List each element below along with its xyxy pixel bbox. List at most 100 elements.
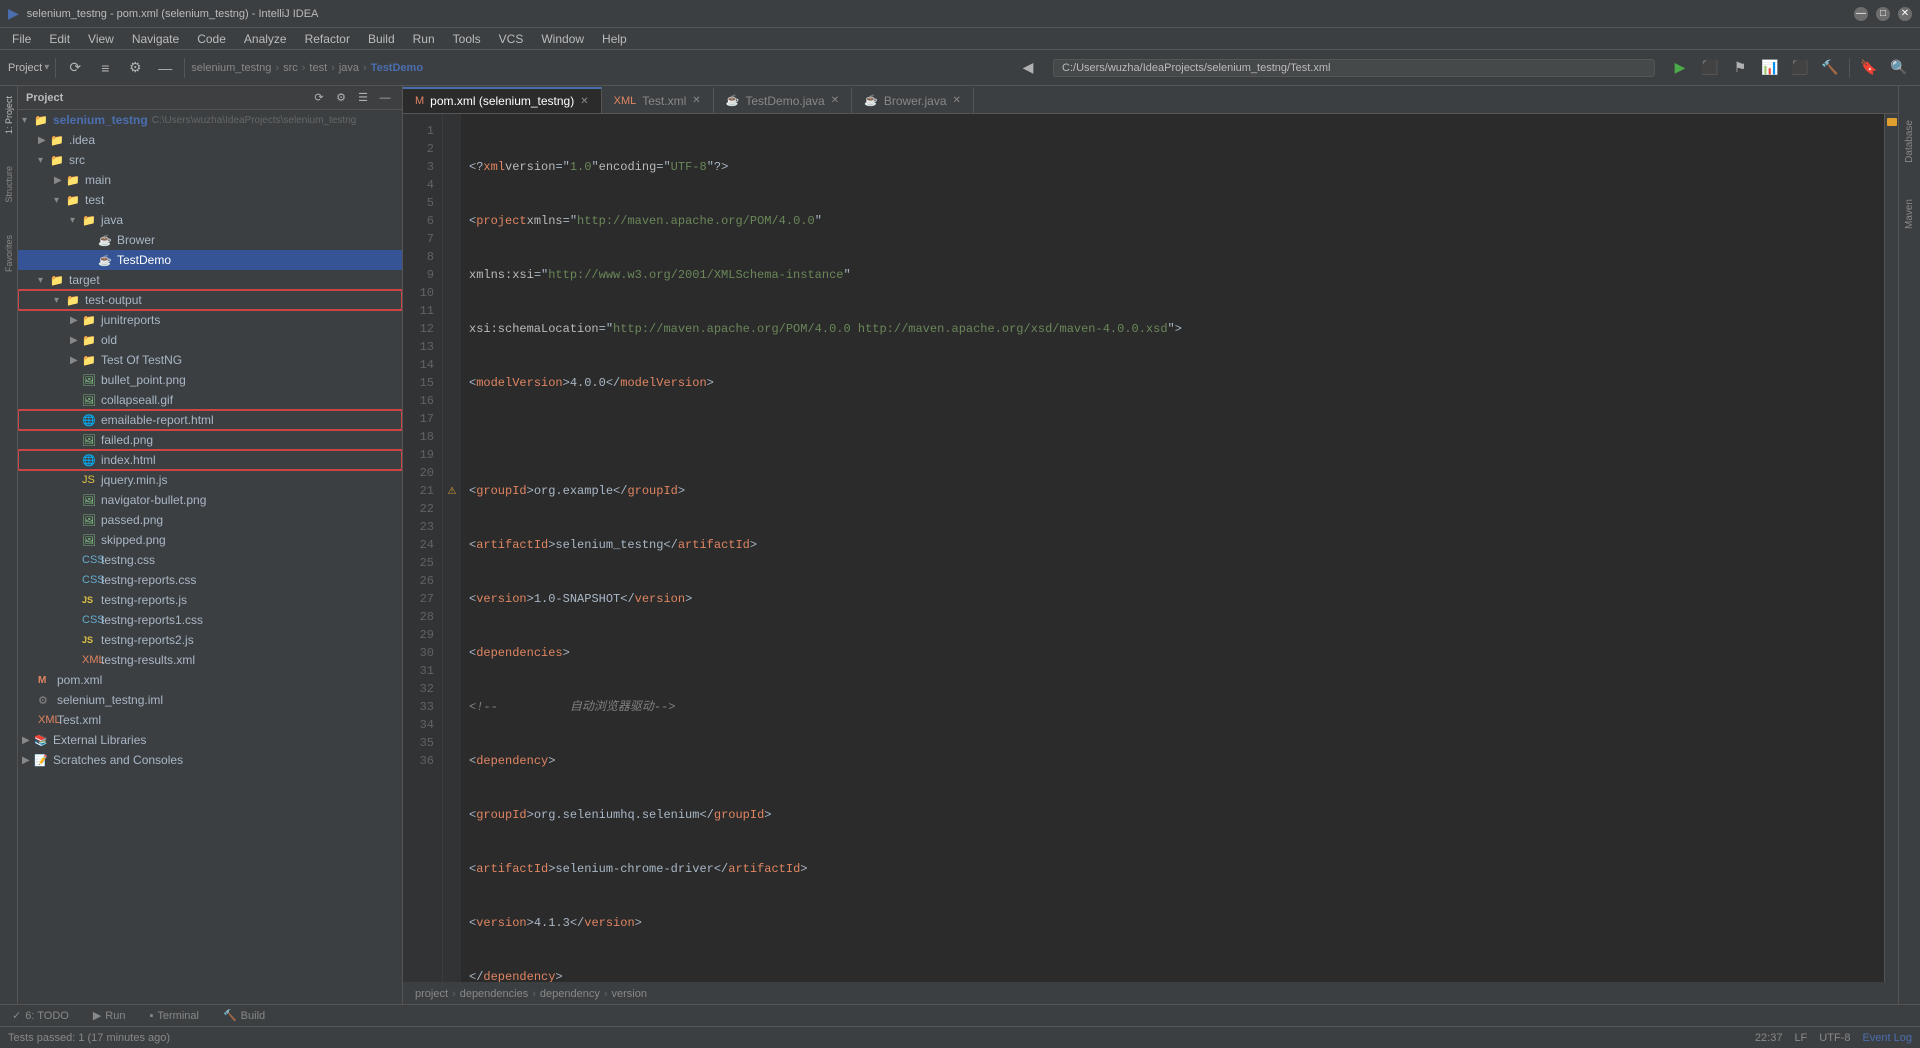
bottom-tab-todo[interactable]: ✓ 6: TODO	[8, 1007, 73, 1024]
tab-testdemo-close[interactable]: ✕	[831, 95, 839, 106]
right-tab-database[interactable]: Database	[1902, 116, 1917, 167]
tree-index-html[interactable]: 🌐 index.html	[18, 450, 402, 470]
breadcrumb-testdemo: TestDemo	[371, 62, 423, 74]
menu-navigate[interactable]: Navigate	[124, 30, 187, 48]
tree-src[interactable]: ▾ 📁 src	[18, 150, 402, 170]
tree-testng-reports-css[interactable]: CSS testng-reports.css	[18, 570, 402, 590]
run-button[interactable]: ▶	[1667, 55, 1693, 81]
tree-test-xml[interactable]: XML Test.xml	[18, 710, 402, 730]
stop-button[interactable]: ⬛	[1787, 55, 1813, 81]
tree-testng-reports1-css[interactable]: CSS testng-reports1.css	[18, 610, 402, 630]
bottom-tab-terminal[interactable]: ▪ Terminal	[145, 1008, 202, 1024]
tree-jquery[interactable]: JS jquery.min.js	[18, 470, 402, 490]
collapse-all-button[interactable]: ≡	[92, 55, 118, 81]
tree-passed-png[interactable]: 🖼 passed.png	[18, 510, 402, 530]
menu-run[interactable]: Run	[405, 30, 443, 48]
right-tab-maven[interactable]: Maven	[1902, 195, 1917, 233]
breadcrumb-project[interactable]: project	[415, 988, 448, 1000]
project-close-btn[interactable]: —	[376, 89, 394, 107]
tree-testng-reports-js[interactable]: JS testng-reports.js	[18, 590, 402, 610]
tree-old[interactable]: ▶ 📁 old	[18, 330, 402, 350]
bottom-tab-run[interactable]: ▶ Run	[89, 1007, 130, 1024]
project-panel-header: Project ⟳ ⚙ ☰ —	[18, 86, 402, 110]
breadcrumb-version[interactable]: version	[612, 988, 647, 1000]
tree-scratches[interactable]: ▶ 📝 Scratches and Consoles	[18, 750, 402, 770]
breadcrumb-dependency[interactable]: dependency	[540, 988, 600, 1000]
tab-testdemo-java[interactable]: ☕ TestDemo.java ✕	[714, 87, 852, 113]
tree-main[interactable]: ▶ 📁 main	[18, 170, 402, 190]
tree-root[interactable]: ▾ 📁 selenium_testng C:\Users\wuzha\IdeaP…	[18, 110, 402, 130]
breadcrumb-dependencies[interactable]: dependencies	[460, 988, 529, 1000]
project-dropdown-arrow[interactable]: ▾	[44, 62, 49, 73]
tree-test-of-testng[interactable]: ▶ 📁 Test Of TestNG	[18, 350, 402, 370]
tree-testng-css[interactable]: CSS testng.css	[18, 550, 402, 570]
maximize-button[interactable]: □	[1876, 7, 1890, 21]
tree-java[interactable]: ▾ 📁 java	[18, 210, 402, 230]
tree-bullet-point[interactable]: 🖼 bullet_point.png	[18, 370, 402, 390]
menu-view[interactable]: View	[80, 30, 122, 48]
close-panel-button[interactable]: —	[152, 55, 178, 81]
tab-pom-xml-close[interactable]: ✕	[580, 96, 588, 107]
coverage-button[interactable]: ⚑	[1727, 55, 1753, 81]
sync-files-button[interactable]: ⟳	[62, 55, 88, 81]
code-line-6	[469, 428, 1876, 446]
bookmark-button[interactable]: 🔖	[1856, 55, 1882, 81]
todo-label: 6: TODO	[25, 1010, 69, 1022]
menu-refactor[interactable]: Refactor	[297, 30, 358, 48]
menu-build[interactable]: Build	[360, 30, 403, 48]
menu-vcs[interactable]: VCS	[491, 30, 532, 48]
warning-icon-line21[interactable]: ⚠	[443, 482, 461, 500]
status-tests-passed: Tests passed: 1 (17 minutes ago)	[8, 1032, 170, 1044]
tree-selenium-iml[interactable]: ⚙ selenium_testng.iml	[18, 690, 402, 710]
tab-brower-close[interactable]: ✕	[953, 95, 961, 106]
menu-file[interactable]: File	[4, 30, 39, 48]
tree-external-libraries[interactable]: ▶ 📚 External Libraries	[18, 730, 402, 750]
close-button[interactable]: ✕	[1898, 7, 1912, 21]
project-gear-btn[interactable]: ☰	[354, 89, 372, 107]
tree-testdemo[interactable]: ☕ TestDemo	[18, 250, 402, 270]
tree-idea[interactable]: ▶ 📁 .idea	[18, 130, 402, 150]
tree-test-output[interactable]: ▾ 📁 test-output	[18, 290, 402, 310]
build-proj-button[interactable]: 🔨	[1817, 55, 1843, 81]
tree-emailable-report[interactable]: 🌐 emailable-report.html	[18, 410, 402, 430]
left-tab-project[interactable]: 1: Project	[2, 90, 16, 140]
tab-brower-java[interactable]: ☕ Brower.java ✕	[852, 87, 974, 113]
code-line-16: </dependency>	[469, 968, 1876, 982]
project-sync-btn[interactable]: ⟳	[310, 89, 328, 107]
left-tab-structure[interactable]: Structure	[2, 160, 16, 209]
menu-analyze[interactable]: Analyze	[236, 30, 295, 48]
tree-test[interactable]: ▾ 📁 test	[18, 190, 402, 210]
tab-pom-xml[interactable]: M pom.xml (selenium_testng) ✕	[403, 87, 602, 113]
profiler-button[interactable]: 📊	[1757, 55, 1783, 81]
minimize-button[interactable]: —	[1854, 7, 1868, 21]
tree-pom-xml[interactable]: M pom.xml	[18, 670, 402, 690]
menu-tools[interactable]: Tools	[445, 30, 489, 48]
toolbar-sep-2	[184, 58, 185, 78]
tree-target[interactable]: ▾ 📁 target	[18, 270, 402, 290]
menu-help[interactable]: Help	[594, 30, 635, 48]
project-settings-btn[interactable]: ⚙	[332, 89, 350, 107]
settings-button[interactable]: ⚙	[122, 55, 148, 81]
bottom-tab-build[interactable]: 🔨 Build	[219, 1007, 269, 1024]
tree-brower[interactable]: ☕ Brower	[18, 230, 402, 250]
tree-collapseall[interactable]: 🖼 collapseall.gif	[18, 390, 402, 410]
tab-test-xml[interactable]: XML Test.xml ✕	[602, 87, 714, 113]
project-tree: ▾ 📁 selenium_testng C:\Users\wuzha\IdeaP…	[18, 110, 402, 1004]
tree-testng-results-xml[interactable]: XML testng-results.xml	[18, 650, 402, 670]
left-tab-favorites[interactable]: Favorites	[2, 229, 16, 278]
tree-junitreports[interactable]: ▶ 📁 junitreports	[18, 310, 402, 330]
tree-testng-reports2-js[interactable]: JS testng-reports2.js	[18, 630, 402, 650]
tree-failed-png[interactable]: 🖼 failed.png	[18, 430, 402, 450]
back-button[interactable]: ◀	[1015, 55, 1041, 81]
menu-window[interactable]: Window	[533, 30, 592, 48]
title-bar-right[interactable]: — □ ✕	[1854, 7, 1912, 21]
debug-button[interactable]: ⬛	[1697, 55, 1723, 81]
tree-skipped-png[interactable]: 🖼 skipped.png	[18, 530, 402, 550]
menu-edit[interactable]: Edit	[41, 30, 78, 48]
status-event-log[interactable]: Event Log	[1862, 1032, 1912, 1044]
tree-navigator-bullet[interactable]: 🖼 navigator-bullet.png	[18, 490, 402, 510]
tab-test-xml-close[interactable]: ✕	[692, 95, 700, 106]
menu-code[interactable]: Code	[189, 30, 234, 48]
search-everywhere-button[interactable]: 🔍	[1886, 55, 1912, 81]
code-editor[interactable]: <?xml version="1.0" encoding="UTF-8"?> <…	[461, 114, 1884, 982]
